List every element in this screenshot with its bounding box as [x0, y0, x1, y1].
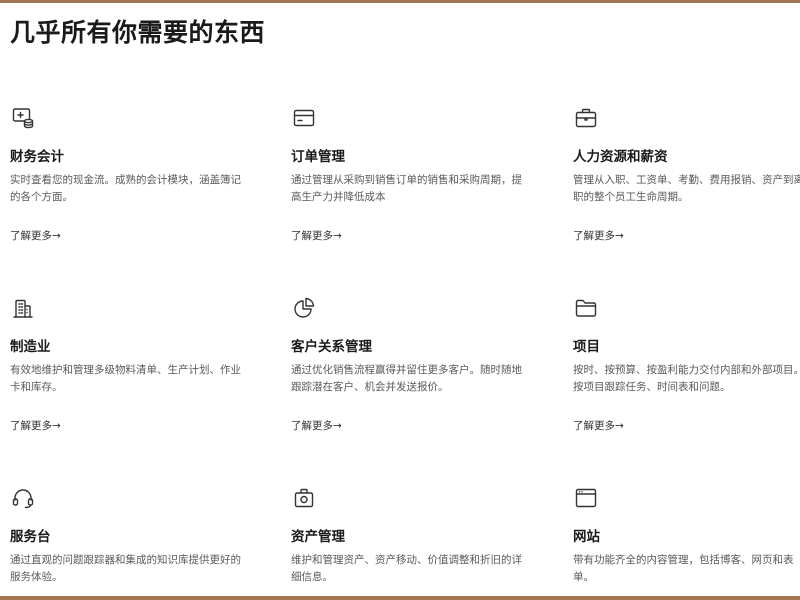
factory-building-icon [11, 296, 35, 320]
learn-more-link[interactable]: 了解更多→ [10, 228, 61, 243]
card-description: 通过管理从采购到销售订单的销售和采购周期，提高生产力并降低成本 [291, 174, 522, 203]
card-title: 财务会计 [10, 149, 64, 165]
card-description: 管理从入职、工资单、考勤、费用报销、资产到离职的整个员工生命周期。 [573, 174, 800, 203]
asset-box-icon [292, 486, 316, 510]
card-description: 有效地维护和管理多级物料清单、生产计划、作业卡和库存。 [10, 364, 241, 393]
card-title: 资产管理 [291, 529, 345, 545]
card-description: 按时、按预算、按盈利能力交付内部和外部项目。按项目跟踪任务、时间表和问题。 [573, 364, 800, 393]
learn-more-link[interactable]: 了解更多→ [291, 418, 342, 433]
card-title: 订单管理 [291, 149, 345, 165]
card-title: 网站 [573, 529, 600, 545]
bottom-border [0, 596, 800, 600]
headset-icon [11, 486, 35, 510]
card-title: 客户关系管理 [291, 339, 372, 355]
finance-coins-icon [11, 106, 35, 130]
learn-more-link[interactable]: 了解更多→ [573, 228, 624, 243]
card-description: 通过直观的问题跟踪器和集成的知识库提供更好的服务体验。 [10, 554, 241, 583]
learn-more-link[interactable]: 了解更多→ [573, 418, 624, 433]
card-icon [292, 106, 316, 130]
top-border [0, 0, 800, 3]
page-title: 几乎所有你需要的东西 [10, 18, 266, 47]
learn-more-link[interactable]: 了解更多→ [10, 418, 61, 433]
card-title: 制造业 [10, 339, 51, 355]
folder-icon [574, 296, 598, 320]
pie-chart-icon [292, 296, 316, 320]
card-title: 服务台 [10, 529, 51, 545]
briefcase-icon [574, 106, 598, 130]
card-title: 项目 [573, 339, 600, 355]
card-title: 人力资源和薪资 [573, 149, 668, 165]
card-description: 通过优化销售流程赢得并留住更多客户。随时随地跟踪潜在客户、机会并发送报价。 [291, 364, 522, 393]
card-description: 带有功能齐全的内容管理，包括博客、网页和表单。 [573, 554, 794, 583]
card-description: 维护和管理资产、资产移动、价值调整和折旧的详细信息。 [291, 554, 522, 583]
learn-more-link[interactable]: 了解更多→ [291, 228, 342, 243]
browser-window-icon [574, 486, 598, 510]
card-description: 实时查看您的现金流。成熟的会计模块，涵盖簿记的各个方面。 [10, 174, 241, 203]
